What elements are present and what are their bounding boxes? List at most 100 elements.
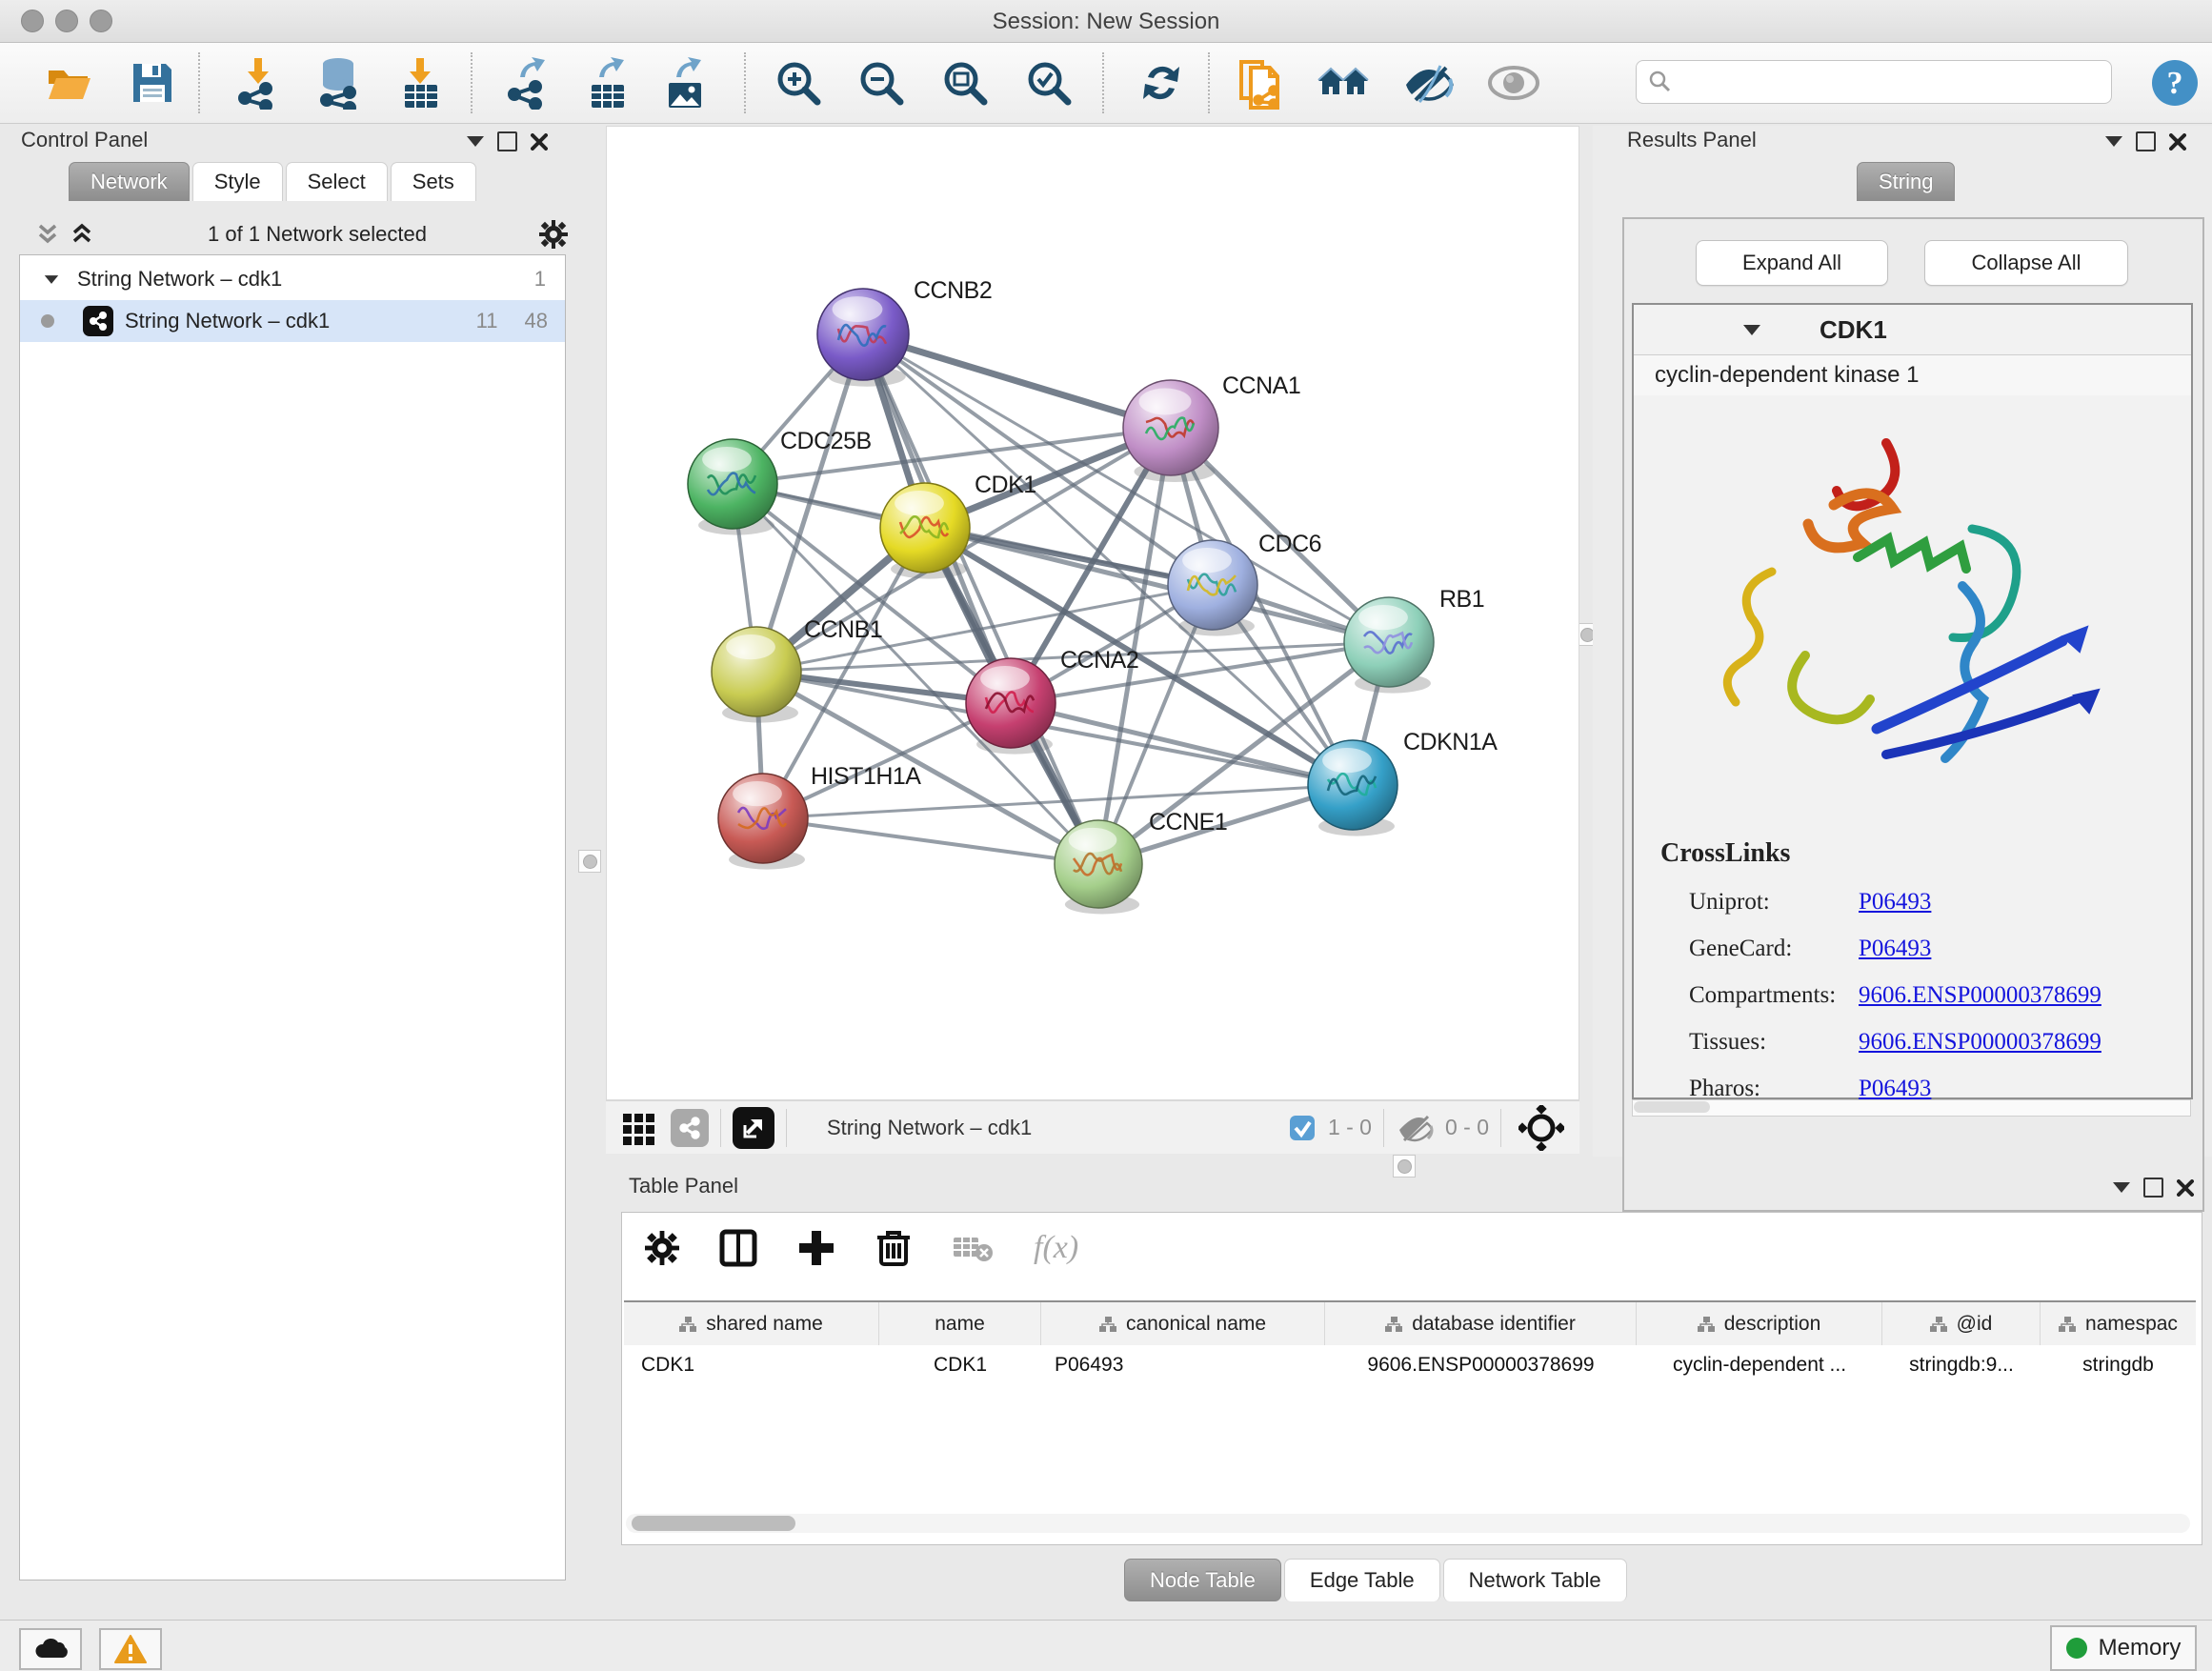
refresh-icon[interactable] bbox=[1135, 54, 1188, 111]
cloud-status-button[interactable] bbox=[19, 1628, 82, 1670]
network-options-gear-icon[interactable] bbox=[539, 220, 568, 249]
collection-expander-icon[interactable] bbox=[45, 275, 58, 284]
hidden-eye-slash-icon[interactable] bbox=[1396, 1113, 1434, 1143]
table-cell[interactable]: CDK1 bbox=[624, 1345, 879, 1385]
tab-edge-table[interactable]: Edge Table bbox=[1284, 1559, 1440, 1601]
float-panel-icon[interactable] bbox=[2143, 1178, 2163, 1198]
clone-network-icon[interactable] bbox=[1236, 54, 1289, 111]
crosslink-value[interactable]: 9606.ENSP00000378699 bbox=[1859, 1029, 2101, 1056]
collapse-all-icon[interactable] bbox=[34, 222, 61, 247]
float-panel-icon[interactable] bbox=[497, 131, 517, 151]
scrollbar-thumb[interactable] bbox=[632, 1516, 795, 1531]
protein-node-CCNA1[interactable] bbox=[1123, 380, 1218, 475]
import-network-from-database-icon[interactable] bbox=[312, 54, 366, 111]
protein-node-CCNA2[interactable] bbox=[966, 658, 1056, 748]
protein-node-CDC6[interactable] bbox=[1168, 540, 1257, 630]
column-header[interactable]: namespac bbox=[2041, 1302, 2196, 1346]
protein-node-CCNB1[interactable] bbox=[712, 627, 801, 716]
column-header[interactable]: database identifier bbox=[1325, 1302, 1637, 1346]
export-network-icon[interactable] bbox=[501, 54, 554, 111]
show-all-icon[interactable] bbox=[1487, 54, 1540, 111]
open-in-window-icon[interactable] bbox=[733, 1107, 774, 1149]
column-header[interactable]: name bbox=[879, 1302, 1041, 1346]
open-session-icon[interactable] bbox=[45, 54, 98, 111]
table-cell[interactable]: CDK1 bbox=[879, 1345, 1041, 1385]
toolbar-search[interactable] bbox=[1636, 60, 2112, 104]
delete-column-icon[interactable] bbox=[875, 1228, 912, 1268]
tab-node-table[interactable]: Node Table bbox=[1124, 1559, 1281, 1601]
network-canvas[interactable]: CCNB2CCNA1CDC25BCDK1CDC6RB1CCNB1CCNA2CDK… bbox=[606, 126, 1579, 1100]
protein-node-CDK1[interactable] bbox=[880, 483, 970, 573]
crosslink-value[interactable]: P06493 bbox=[1859, 936, 1931, 962]
panel-menu-icon[interactable] bbox=[467, 136, 484, 147]
import-network-icon[interactable] bbox=[231, 54, 285, 111]
show-columns-icon[interactable] bbox=[719, 1229, 757, 1267]
protein-node-CDC25B[interactable] bbox=[688, 439, 777, 529]
protein-node-HIST1H1A[interactable] bbox=[718, 774, 808, 863]
tab-sets[interactable]: Sets bbox=[391, 162, 476, 201]
close-panel-icon[interactable] bbox=[531, 133, 548, 151]
panel-menu-icon[interactable] bbox=[2113, 1182, 2130, 1193]
table-cell[interactable]: P06493 bbox=[1041, 1345, 1325, 1385]
string-network-graph[interactable]: CCNB2CCNA1CDC25BCDK1CDC6RB1CCNB1CCNA2CDK… bbox=[607, 127, 1579, 1099]
zoom-in-icon[interactable] bbox=[772, 54, 825, 111]
memory-button[interactable]: Memory bbox=[2050, 1625, 2197, 1671]
tab-network[interactable]: Network bbox=[69, 162, 190, 201]
results-horizontal-scrollbar[interactable] bbox=[1632, 1099, 2191, 1117]
crosslink-value[interactable]: 9606.ENSP00000378699 bbox=[1859, 982, 2101, 1009]
column-header[interactable]: description bbox=[1637, 1302, 1882, 1346]
zoom-fit-icon[interactable] bbox=[938, 54, 992, 111]
fit-selected-crosshair-icon[interactable] bbox=[1518, 1105, 1564, 1151]
zoom-selected-icon[interactable] bbox=[1022, 54, 1076, 111]
network-row[interactable]: String Network – cdk1 11 48 bbox=[20, 300, 565, 342]
zoom-out-icon[interactable] bbox=[855, 54, 908, 111]
float-panel-icon[interactable] bbox=[2136, 131, 2156, 151]
save-session-icon[interactable] bbox=[126, 54, 179, 111]
column-header[interactable]: shared name bbox=[624, 1302, 879, 1346]
close-panel-icon[interactable] bbox=[2169, 133, 2186, 151]
tab-network-table[interactable]: Network Table bbox=[1443, 1559, 1627, 1601]
export-table-icon[interactable] bbox=[581, 54, 634, 111]
create-column-icon[interactable] bbox=[797, 1229, 835, 1267]
panel-menu-icon[interactable] bbox=[2105, 136, 2122, 147]
warnings-button[interactable] bbox=[99, 1628, 162, 1670]
table-cell[interactable]: cyclin-dependent ... bbox=[1637, 1345, 1882, 1385]
home-pages-icon[interactable] bbox=[1317, 54, 1370, 111]
import-table-icon[interactable] bbox=[394, 54, 448, 111]
results-tab-string[interactable]: String bbox=[1857, 162, 1958, 201]
table-cell[interactable]: 9606.ENSP00000378699 bbox=[1325, 1345, 1637, 1385]
function-builder-icon[interactable]: f(x) bbox=[1034, 1230, 1078, 1266]
table-cell[interactable]: stringdb:9... bbox=[1882, 1345, 2041, 1385]
protein-node-RB1[interactable] bbox=[1344, 597, 1434, 687]
network-share-badge-icon[interactable] bbox=[671, 1109, 709, 1147]
network-collection-row[interactable]: String Network – cdk1 1 bbox=[20, 258, 565, 300]
protein-node-CCNE1[interactable] bbox=[1055, 820, 1142, 908]
delete-table-icon[interactable] bbox=[952, 1232, 994, 1264]
protein-node-CDKN1A[interactable] bbox=[1308, 740, 1398, 830]
tab-select[interactable]: Select bbox=[286, 162, 388, 201]
table-horizontal-scrollbar[interactable] bbox=[626, 1514, 2190, 1533]
table-row[interactable]: CDK1 CDK1 P06493 9606.ENSP00000378699 cy… bbox=[624, 1345, 2196, 1385]
collapse-all-button[interactable]: Collapse All bbox=[1924, 240, 2128, 286]
search-input[interactable] bbox=[1673, 69, 2111, 95]
crosslink-value[interactable]: P06493 bbox=[1859, 1076, 1931, 1102]
collapse-protein-icon[interactable] bbox=[1743, 325, 1760, 335]
crosslink-value[interactable]: P06493 bbox=[1859, 889, 1931, 916]
protein-node-CCNB2[interactable] bbox=[817, 289, 909, 380]
close-panel-icon[interactable] bbox=[2177, 1179, 2194, 1197]
column-header[interactable]: @id bbox=[1882, 1302, 2041, 1346]
help-icon[interactable]: ? bbox=[2148, 54, 2202, 111]
column-header[interactable]: canonical name bbox=[1041, 1302, 1325, 1346]
hide-selected-icon[interactable] bbox=[1402, 54, 1456, 111]
scrollbar-thumb[interactable] bbox=[1634, 1101, 1710, 1113]
table-cell[interactable]: stringdb bbox=[2041, 1345, 2196, 1385]
expand-all-button[interactable]: Expand All bbox=[1696, 240, 1888, 286]
birdseye-grid-icon[interactable] bbox=[621, 1110, 657, 1146]
table-options-gear-icon[interactable] bbox=[645, 1231, 679, 1265]
protein-card-header[interactable]: CDK1 bbox=[1634, 305, 2191, 355]
expand-all-icon[interactable] bbox=[69, 222, 95, 247]
left-splitter-handle[interactable] bbox=[578, 850, 601, 873]
selected-checkbox-icon[interactable] bbox=[1288, 1114, 1317, 1142]
tab-style[interactable]: Style bbox=[192, 162, 283, 201]
export-image-icon[interactable] bbox=[658, 54, 712, 111]
